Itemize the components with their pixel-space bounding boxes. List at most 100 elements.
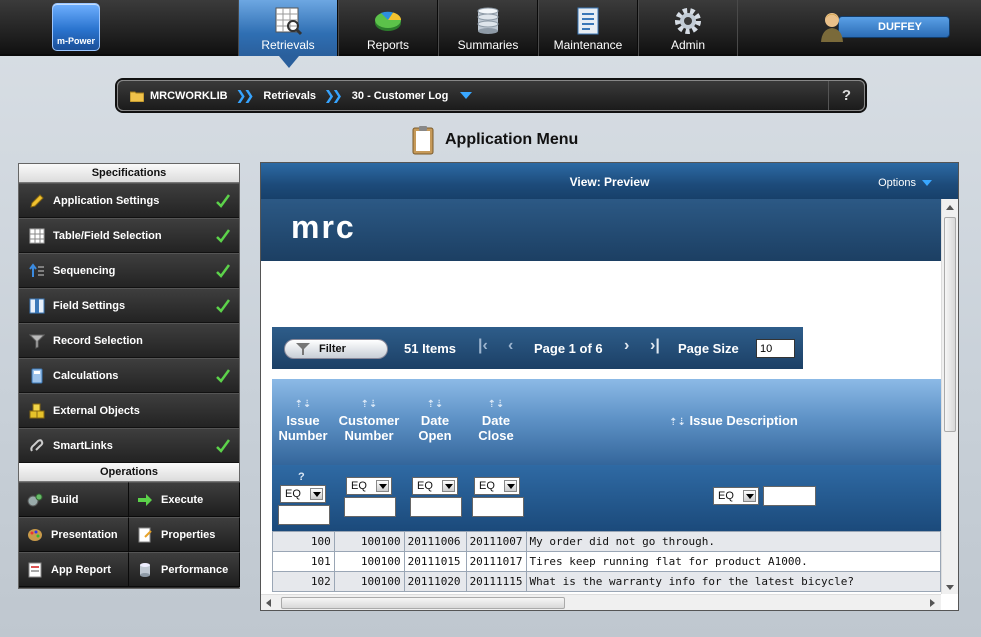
nav-tab-maintenance[interactable]: Maintenance (538, 0, 638, 56)
sort-arrows-icon[interactable]: ⇡⇣ (669, 417, 686, 428)
properties-label: Properties (161, 528, 216, 541)
vertical-scrollbar[interactable] (941, 199, 958, 594)
last-page-icon[interactable]: ›| (650, 337, 660, 355)
table-row[interactable]: 102 100100 20111020 20111115 What is the… (272, 571, 941, 592)
chevron-down-icon[interactable] (460, 92, 473, 99)
column-label: Issue Number (278, 413, 328, 443)
nav-tab-admin[interactable]: Admin (638, 0, 738, 56)
date-open-cell: 20111006 (403, 531, 467, 552)
presentation-button[interactable]: Presentation (19, 517, 129, 552)
check-icon (216, 264, 231, 278)
select-value: EQ (417, 480, 433, 492)
breadcrumb-library[interactable]: MRCWORKLIB (150, 90, 228, 102)
sort-arrows-icon[interactable]: ⇡⇣ (466, 397, 526, 412)
help-button[interactable]: ? (828, 81, 864, 110)
help-icon[interactable]: ? (298, 471, 305, 483)
page-header: Application Menu (411, 124, 578, 156)
nav-tab-retrievals[interactable]: Retrievals (238, 0, 338, 68)
double-chevron-icon: ❯❯ (235, 87, 255, 103)
app-report-button[interactable]: App Report (19, 552, 129, 587)
spec-item-smartlinks[interactable]: SmartLinks (19, 428, 239, 463)
date-close-filter-input[interactable] (472, 497, 524, 517)
calculator-icon (31, 368, 43, 383)
spec-item-field-settings[interactable]: Field Settings (19, 288, 239, 323)
nav-tab-reports[interactable]: Reports (338, 0, 438, 56)
customer-number-cell: 100100 (333, 531, 405, 552)
spec-item-label: Field Settings (53, 299, 126, 312)
check-icon (216, 369, 231, 383)
build-button[interactable]: Build (19, 482, 129, 517)
clipboard-icon (412, 126, 434, 155)
breadcrumb-section[interactable]: Retrievals (263, 90, 316, 102)
properties-icon (138, 527, 152, 542)
presentation-label: Presentation (51, 528, 118, 541)
column-label: Date Close (478, 413, 514, 443)
scroll-right-icon[interactable] (930, 599, 935, 607)
page-info: Page 1 of 6 (534, 341, 603, 356)
properties-button[interactable]: Properties (129, 517, 240, 552)
grid-toolbar: Filter 51 Items |‹ ‹ Page 1 of 6 › ›| Pa… (272, 327, 803, 369)
options-menu[interactable]: Options (878, 177, 932, 189)
issue-number-filter-input[interactable] (278, 505, 330, 525)
table-row[interactable]: 100 100100 20111006 20111007 My order di… (272, 531, 941, 552)
top-nav-bar: m-Power Retrievals Reports Summaries Mai… (0, 0, 981, 68)
preview-panel: View: Preview Options mrc Filter 51 Item… (260, 162, 959, 611)
chevron-down-icon (376, 480, 389, 492)
customer-number-filter-input[interactable] (344, 497, 396, 517)
column-label: Date Open (418, 413, 452, 443)
column-header-issue-number[interactable]: ⇡⇣ Issue Number (272, 397, 334, 443)
date-close-operator-select[interactable]: EQ (474, 477, 520, 495)
spec-item-label: Sequencing (53, 264, 116, 277)
column-header-customer-number[interactable]: ⇡⇣ Customer Number (334, 397, 404, 443)
grid-filter-row: ? EQ EQ EQ EQ EQ (272, 465, 941, 531)
issue-description-operator-select[interactable]: EQ (713, 487, 759, 505)
issue-description-filter-input[interactable] (763, 486, 816, 506)
spec-item-record-selection[interactable]: Record Selection (19, 323, 239, 358)
report-grid-icon (275, 7, 303, 36)
m-power-logo[interactable]: m-Power (52, 3, 100, 51)
specifications-header: Specifications (19, 164, 239, 183)
date-close-cell: 20111115 (465, 571, 527, 592)
nav-tab-summaries[interactable]: Summaries (438, 0, 538, 56)
page-size-input[interactable] (756, 339, 795, 358)
date-open-filter-input[interactable] (410, 497, 462, 517)
app-banner: mrc (261, 199, 941, 261)
first-page-icon[interactable]: |‹ (478, 337, 488, 355)
execute-button[interactable]: Execute (129, 482, 240, 517)
username-button[interactable]: DUFFEY (838, 16, 950, 38)
horizontal-scrollbar[interactable] (261, 594, 941, 610)
column-label: Customer Number (338, 413, 400, 443)
performance-button[interactable]: Performance (129, 552, 240, 587)
table-row[interactable]: 101 100100 20111015 20111017 Tires keep … (272, 551, 941, 572)
sort-arrows-icon[interactable]: ⇡⇣ (404, 397, 466, 412)
scroll-up-icon[interactable] (946, 205, 954, 210)
preview-header: View: Preview Options (261, 163, 958, 199)
spec-item-sequencing[interactable]: Sequencing (19, 253, 239, 288)
vertical-scroll-thumb[interactable] (944, 217, 956, 432)
column-header-issue-description[interactable]: ⇡⇣ Issue Description (526, 413, 941, 430)
grid-header: ⇡⇣ Issue Number ⇡⇣ Customer Number ⇡⇣ Da… (272, 379, 941, 465)
sort-arrows-icon[interactable]: ⇡⇣ (272, 397, 334, 412)
issue-number-operator-select[interactable]: EQ (280, 485, 326, 503)
pencil-icon (30, 193, 44, 208)
spec-item-label: Table/Field Selection (53, 229, 162, 242)
horizontal-scroll-thumb[interactable] (281, 597, 565, 609)
scroll-down-icon[interactable] (946, 585, 954, 590)
filter-button[interactable]: Filter (284, 339, 388, 359)
items-count: 51 Items (404, 341, 457, 356)
column-header-date-open[interactable]: ⇡⇣ Date Open (404, 397, 466, 443)
spec-item-table-field-selection[interactable]: Table/Field Selection (19, 218, 239, 253)
date-open-operator-select[interactable]: EQ (412, 477, 458, 495)
spec-item-external-objects[interactable]: External Objects (19, 393, 239, 428)
customer-number-operator-select[interactable]: EQ (346, 477, 392, 495)
spec-item-label: Calculations (53, 369, 119, 382)
sort-arrows-icon[interactable]: ⇡⇣ (334, 397, 404, 412)
scroll-left-icon[interactable] (266, 599, 271, 607)
breadcrumb-app[interactable]: 30 - Customer Log (352, 90, 449, 102)
user-menu[interactable]: DUFFEY (818, 10, 952, 42)
spec-item-application-settings[interactable]: Application Settings (19, 183, 239, 218)
spec-item-calculations[interactable]: Calculations (19, 358, 239, 393)
column-header-date-close[interactable]: ⇡⇣ Date Close (466, 397, 526, 443)
next-page-icon[interactable]: › (624, 337, 629, 355)
prev-page-icon[interactable]: ‹ (508, 337, 513, 355)
